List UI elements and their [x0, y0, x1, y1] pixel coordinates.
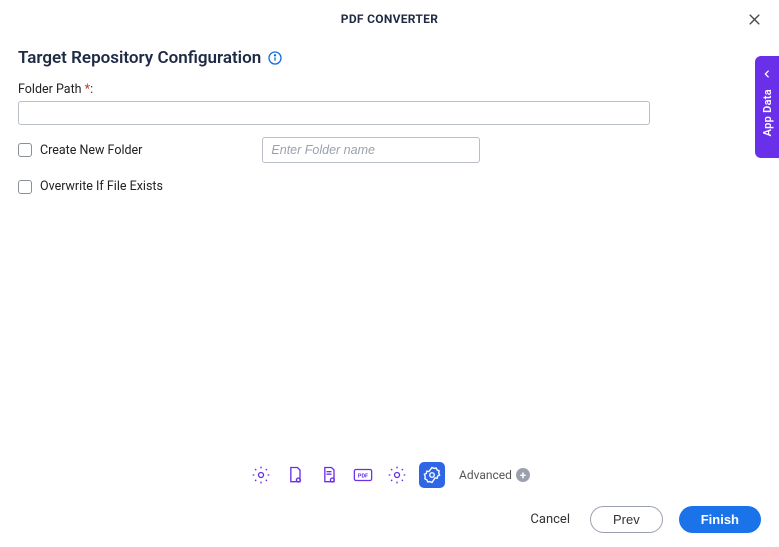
step-5-options[interactable] [385, 463, 409, 487]
app-data-side-tab[interactable]: App Data [755, 56, 779, 158]
folder-path-label-row: Folder Path *: [18, 82, 761, 97]
gear-badge-icon [423, 466, 441, 484]
label-colon: : [90, 82, 93, 97]
prev-button[interactable]: Prev [590, 506, 663, 533]
document-gear-alt-icon [319, 465, 339, 485]
svg-text:PDF: PDF [358, 473, 368, 479]
step-1-general[interactable] [249, 463, 273, 487]
close-button[interactable] [743, 8, 765, 30]
advanced-label: Advanced [459, 468, 512, 482]
step-2-source-doc[interactable] [283, 463, 307, 487]
gear-icon [387, 465, 407, 485]
create-new-folder-label: Create New Folder [40, 143, 142, 158]
dialog-title: PDF CONVERTER [341, 12, 438, 26]
step-4-pdf[interactable]: PDF [351, 463, 375, 487]
section-title: Target Repository Configuration [18, 48, 261, 68]
cancel-button[interactable]: Cancel [526, 506, 574, 533]
folder-path-label: Folder Path [18, 82, 82, 97]
close-icon [747, 12, 762, 27]
step-6-target-repo[interactable] [419, 462, 445, 488]
side-tab-label: App Data [761, 89, 774, 136]
gear-icon [251, 465, 271, 485]
finish-button[interactable]: Finish [679, 506, 761, 533]
document-gear-icon [285, 465, 305, 485]
dialog-footer: PDF Advanced + Cancel Prev Finish [0, 462, 779, 533]
wizard-steps: PDF Advanced + [18, 462, 761, 488]
folder-name-input[interactable] [262, 137, 480, 163]
folder-path-input[interactable] [18, 101, 650, 125]
info-icon[interactable] [267, 50, 283, 66]
advanced-toggle[interactable]: Advanced + [459, 468, 530, 482]
overwrite-label: Overwrite If File Exists [40, 179, 163, 194]
step-3-target-doc[interactable] [317, 463, 341, 487]
chevron-left-icon [762, 64, 772, 83]
footer-buttons: Cancel Prev Finish [18, 506, 761, 533]
create-folder-row: Create New Folder [18, 137, 761, 163]
overwrite-checkbox[interactable] [18, 180, 32, 194]
create-new-folder-checkbox[interactable] [18, 143, 32, 157]
dialog-header: PDF CONVERTER [0, 0, 779, 38]
section-title-row: Target Repository Configuration [18, 48, 761, 68]
pdf-icon: PDF [352, 465, 374, 485]
overwrite-row: Overwrite If File Exists [18, 179, 761, 194]
dialog-content: Target Repository Configuration Folder P… [0, 38, 779, 194]
plus-circle-icon: + [516, 468, 530, 482]
